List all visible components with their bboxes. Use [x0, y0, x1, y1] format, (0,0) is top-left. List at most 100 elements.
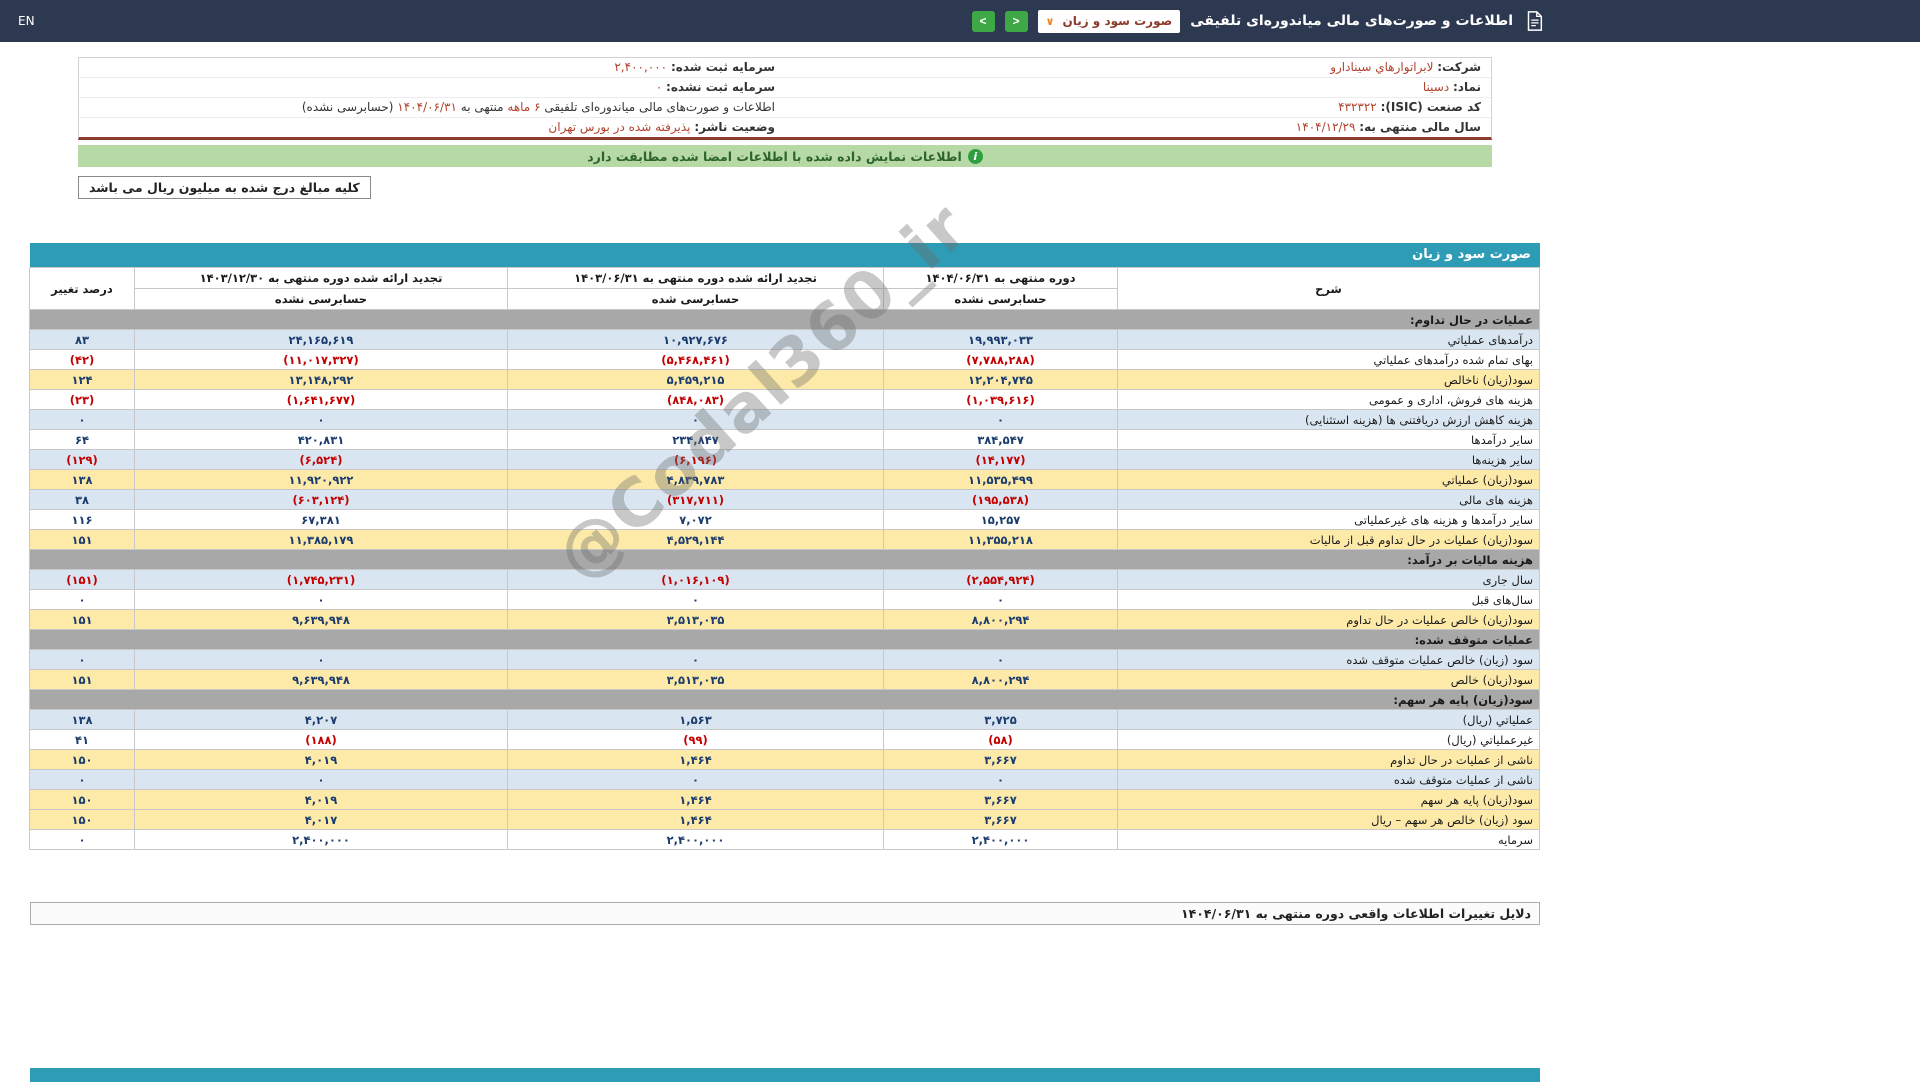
row-label: بهای تمام شده درآمدهای عملیاتي: [1118, 350, 1540, 370]
fiscal-year-label: سال مالی منتهی به:: [1359, 120, 1481, 134]
row-change: ۳۸: [30, 490, 135, 510]
row-value: ۱۵,۲۵۷: [884, 510, 1118, 530]
column-header-period-current: دوره منتهی به ۱۴۰۴/۰۶/۳۱: [884, 268, 1118, 289]
table-row: ناشی از عملیات متوقف شده۰۰۰۰: [30, 770, 1540, 790]
statement-type-dropdown[interactable]: صورت سود و زیان ∨: [1038, 10, 1181, 33]
table-row: سود (زیان) خالص هر سهم – ریال۳,۶۶۷۱,۴۶۴۴…: [30, 810, 1540, 830]
row-change: ۸۳: [30, 330, 135, 350]
row-change: ۰: [30, 410, 135, 430]
row-change: ۰: [30, 590, 135, 610]
row-value: ۰: [884, 770, 1118, 790]
row-value: ۳۸۴,۵۴۷: [884, 430, 1118, 450]
row-value: ۹,۶۳۹,۹۴۸: [135, 670, 508, 690]
row-value: (۸۴۸,۰۸۳): [508, 390, 884, 410]
row-label: سال‌های قبل: [1118, 590, 1540, 610]
report-period-row: اطلاعات و صورت‌های مالی میاندوره‌ای تلفی…: [79, 98, 785, 118]
section-row: عملیات متوقف شده:: [30, 630, 1540, 650]
row-label: سود(زیان) خالص عملیات در حال تداوم: [1118, 610, 1540, 630]
unregistered-capital-label: سرمایه ثبت نشده:: [666, 80, 775, 94]
row-change: ۱۱۶: [30, 510, 135, 530]
row-value: ۱۹,۹۹۳,۰۳۳: [884, 330, 1118, 350]
row-value: ۰: [508, 650, 884, 670]
row-value: ۳,۷۲۵: [884, 710, 1118, 730]
company-name-label: شرکت:: [1437, 60, 1481, 74]
row-value: ۱۱,۳۸۵,۱۷۹: [135, 530, 508, 550]
row-change: (۱۲۹): [30, 450, 135, 470]
row-label: سرمایه: [1118, 830, 1540, 850]
row-value: (۵۸): [884, 730, 1118, 750]
signature-match-bar: i اطلاعات نمایش داده شده با اطلاعات امضا…: [78, 145, 1492, 167]
period-audit-status: (حسابرسی نشده): [302, 100, 394, 114]
row-value: ۶۷,۳۸۱: [135, 510, 508, 530]
row-label: سود(زیان) پایه هر سهم: [1118, 790, 1540, 810]
table-row: غیرعملیاتي (ریال)(۵۸)(۹۹)(۱۸۸)۴۱: [30, 730, 1540, 750]
table-row: سود (زیان) خالص عملیات متوقف شده۰۰۰۰: [30, 650, 1540, 670]
row-change: (۲۳): [30, 390, 135, 410]
row-value: (۱,۰۳۹,۶۱۶): [884, 390, 1118, 410]
language-toggle[interactable]: EN: [18, 14, 35, 28]
statement-type-value: صورت سود و زیان: [1062, 14, 1172, 28]
nav-forward-button[interactable]: >: [972, 11, 995, 32]
page-title: اطلاعات و صورت‌های مالی میاندوره‌ای تلفی…: [1190, 13, 1513, 29]
row-value: (۱,۶۴۱,۶۷۷): [135, 390, 508, 410]
nav-back-button[interactable]: <: [1005, 11, 1028, 32]
row-value: ۳,۵۱۳,۰۳۵: [508, 670, 884, 690]
row-value: ۴,۰۱۹: [135, 750, 508, 770]
row-label: سایر درآمدها و هزینه های غیرعملیاتی: [1118, 510, 1540, 530]
row-label: ناشی از عملیات در حال تداوم: [1118, 750, 1540, 770]
row-value: (۱,۰۱۶,۱۰۹): [508, 570, 884, 590]
column-subheader-audit-3: حسابرسی نشده: [135, 289, 508, 310]
row-value: ۳,۶۶۷: [884, 810, 1118, 830]
row-value: ۱,۴۶۴: [508, 790, 884, 810]
row-value: (۱۱,۰۱۷,۳۲۷): [135, 350, 508, 370]
row-value: ۴,۸۳۹,۷۸۳: [508, 470, 884, 490]
table-row: عملیاتي (ریال)۳,۷۲۵۱,۵۶۳۴,۲۰۷۱۳۸: [30, 710, 1540, 730]
row-change: ۱۳۸: [30, 470, 135, 490]
row-label: عملیاتي (ریال): [1118, 710, 1540, 730]
table-row: سال جاری(۲,۵۵۴,۹۲۴)(۱,۰۱۶,۱۰۹)(۱,۷۴۵,۲۳۱…: [30, 570, 1540, 590]
row-change: ۱۵۰: [30, 810, 135, 830]
issuer-status-label: وضعیت ناشر:: [694, 120, 775, 134]
row-value: ۱,۴۶۴: [508, 750, 884, 770]
company-name-value: لابراتوارهاي سينادارو: [1330, 60, 1433, 74]
row-change: ۱۵۱: [30, 610, 135, 630]
issuer-status-row: وضعیت ناشر: پذیرفته شده در بورس تهران: [79, 118, 785, 137]
row-value: ۱۳,۱۴۸,۲۹۲: [135, 370, 508, 390]
column-header-change: درصد تغییر: [30, 268, 135, 310]
row-value: ۱۰,۹۲۷,۶۷۶: [508, 330, 884, 350]
row-change: ۶۴: [30, 430, 135, 450]
row-label: سود(زیان) ناخالص: [1118, 370, 1540, 390]
row-value: ۰: [135, 650, 508, 670]
row-value: ۰: [508, 590, 884, 610]
unit-note-box: کلیه مبالغ درج شده به میلیون ریال می باش…: [78, 176, 371, 199]
row-change: (۴۲): [30, 350, 135, 370]
row-value: ۳,۵۱۳,۰۳۵: [508, 610, 884, 630]
section-row: سود(زیان) پایه هر سهم:: [30, 690, 1540, 710]
row-label: سود(زیان) عملیاتي: [1118, 470, 1540, 490]
isic-value: ۴۳۲۳۲۲: [1338, 100, 1377, 114]
row-value: ۰: [884, 410, 1118, 430]
row-value: ۲,۴۰۰,۰۰۰: [135, 830, 508, 850]
row-value: ۸,۸۰۰,۲۹۴: [884, 670, 1118, 690]
row-value: ۰: [135, 770, 508, 790]
column-header-desc: شرح: [1118, 268, 1540, 310]
row-change: ۱۵۰: [30, 750, 135, 770]
row-value: ۱۲,۲۰۴,۷۴۵: [884, 370, 1118, 390]
pl-table-body: عملیات در حال تداوم:درآمدهای عملیاتي۱۹,۹…: [30, 310, 1540, 850]
fiscal-year-row: سال مالی منتهی به: ۱۴۰۴/۱۲/۲۹: [785, 118, 1491, 137]
table-row: بهای تمام شده درآمدهای عملیاتي(۷,۷۸۸,۲۸۸…: [30, 350, 1540, 370]
row-change: ۱۳۸: [30, 710, 135, 730]
table-title-bar: صورت سود و زیان: [30, 243, 1540, 267]
section-label: عملیات متوقف شده:: [30, 630, 1540, 650]
section-row: عملیات در حال تداوم:: [30, 310, 1540, 330]
row-value: ۰: [508, 770, 884, 790]
page-content: شرکت: لابراتوارهاي سينادارو سرمایه ثبت ش…: [30, 57, 1540, 925]
row-value: ۵,۴۵۹,۲۱۵: [508, 370, 884, 390]
table-row: سایر درآمدها۳۸۴,۵۴۷۲۳۴,۸۴۷۴۲۰,۸۳۱۶۴: [30, 430, 1540, 450]
row-value: ۹,۶۳۹,۹۴۸: [135, 610, 508, 630]
row-value: ۴,۲۰۷: [135, 710, 508, 730]
row-change: ۱۵۰: [30, 790, 135, 810]
row-label: هزینه کاهش ارزش دریافتنی ها (هزینه استثن…: [1118, 410, 1540, 430]
row-value: ۳,۶۶۷: [884, 790, 1118, 810]
change-reasons-bar: دلایل تغییرات اطلاعات واقعی دوره منتهی ب…: [30, 902, 1540, 925]
